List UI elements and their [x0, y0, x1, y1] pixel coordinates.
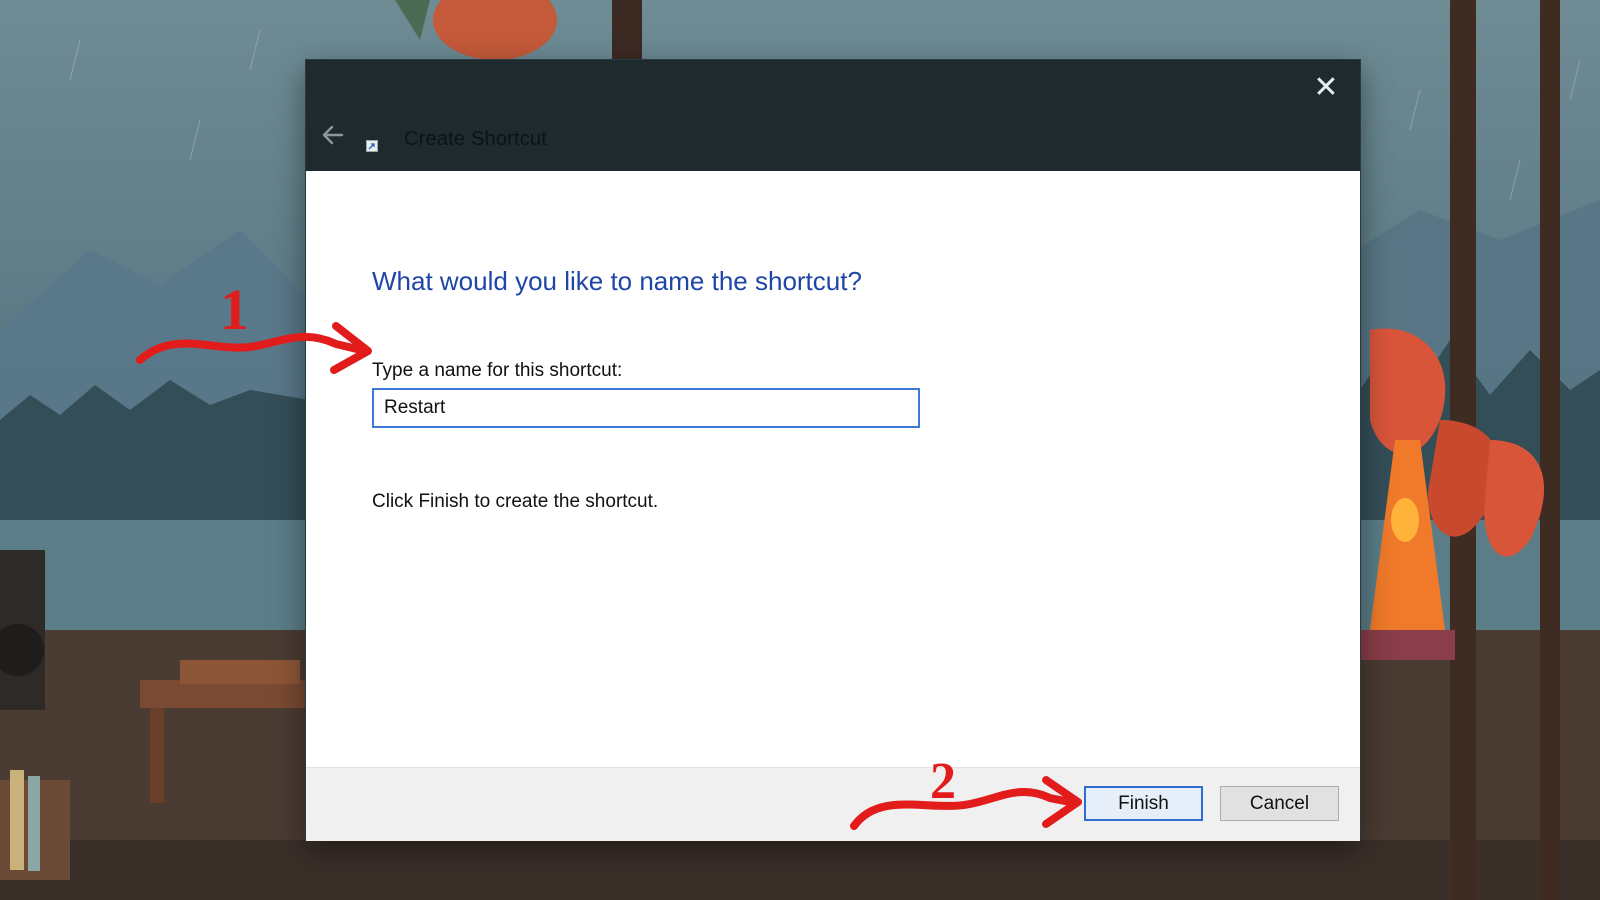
arrow-left-icon — [322, 125, 344, 145]
button-bar: Finish Cancel — [306, 767, 1360, 841]
cancel-button[interactable]: Cancel — [1220, 786, 1339, 821]
create-shortcut-dialog: ✕ Create Shortcut What would you like to… — [306, 60, 1360, 841]
step-2-arrow — [850, 776, 1082, 830]
page-title: What would you like to name the shortcut… — [372, 266, 862, 296]
title-bar: ✕ Create Shortcut — [306, 60, 1360, 171]
window-title: Create Shortcut — [404, 128, 548, 150]
back-button[interactable] — [316, 118, 350, 152]
close-button[interactable]: ✕ — [1304, 68, 1348, 108]
step-1-arrow — [136, 322, 372, 374]
instruction-text: Click Finish to create the shortcut. — [372, 491, 659, 512]
wizard-content: What would you like to name the shortcut… — [306, 171, 1360, 761]
shortcut-name-input[interactable] — [372, 388, 920, 428]
name-field-label: Type a name for this shortcut: — [372, 360, 623, 381]
close-icon: ✕ — [1313, 71, 1339, 104]
shortcut-icon — [366, 140, 378, 152]
finish-button[interactable]: Finish — [1084, 786, 1203, 821]
